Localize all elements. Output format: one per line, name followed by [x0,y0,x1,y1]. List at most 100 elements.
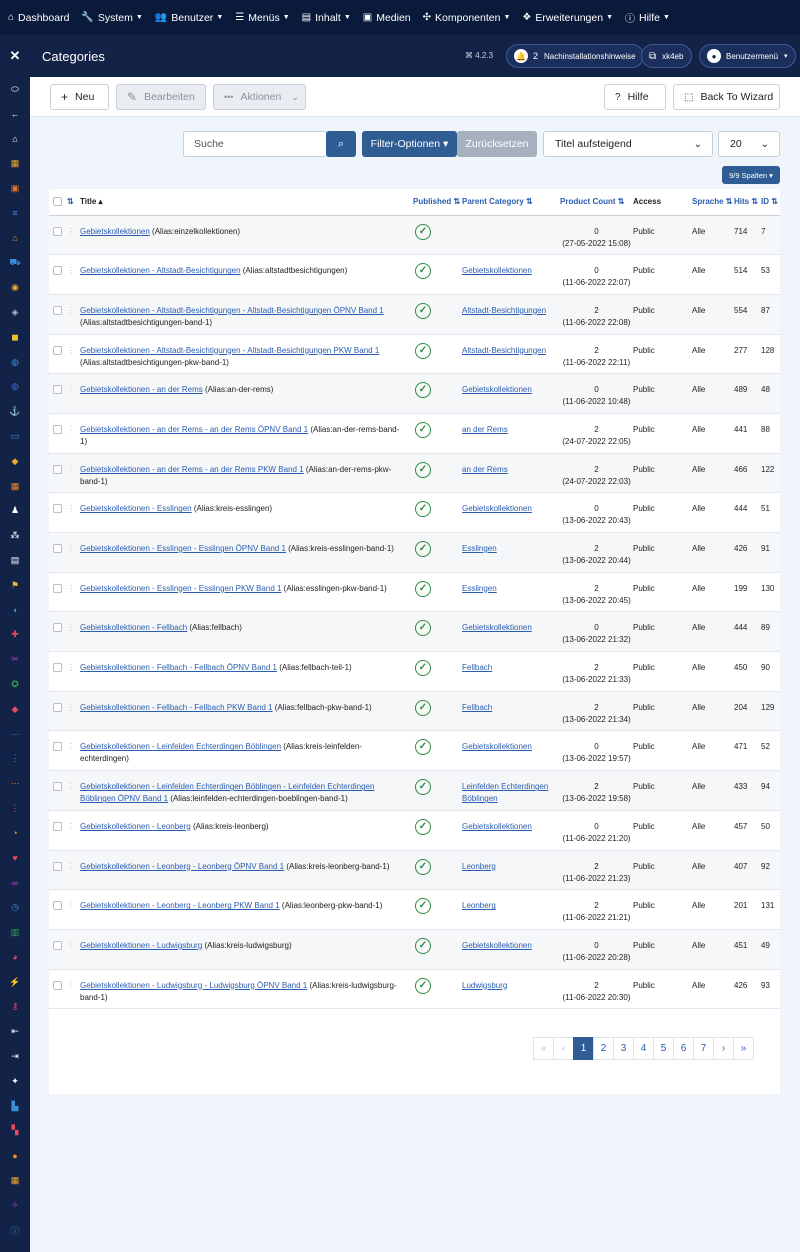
row-checkbox[interactable] [53,702,62,712]
parent-category-link[interactable]: Altstadt-Besichtigungen [462,346,546,355]
first-page-icon[interactable]: « [533,1037,554,1060]
topmenu-item-erweiterungen[interactable]: ❖ Erweiterungen ▼ [522,12,613,24]
topmenu-item-komponenten[interactable]: ✣ Komponenten ▼ [423,12,511,24]
product-count-header[interactable]: Product Count ⇅ [560,189,633,216]
row-checkbox[interactable] [53,663,62,673]
row-checkbox[interactable] [53,940,62,950]
back-to-wizard-button[interactable]: ⬚ Back To Wizard [673,84,780,110]
drag-handle-icon[interactable]: ⋮ [67,532,80,573]
link-icon[interactable]: ∞ [0,871,30,896]
globe-alt-icon[interactable]: ◍ [0,375,30,400]
parent-category-link[interactable]: Altstadt-Besichtigungen [462,306,546,315]
topmenu-item-system[interactable]: 🔧 System ▼ [81,12,142,24]
category-title-link[interactable]: Gebietskollektionen - Leonberg - Leonber… [80,862,284,871]
category-title-link[interactable]: Gebietskollektionen - Leinfelden Echterd… [80,742,281,751]
hits-header[interactable]: Hits ⇅ [734,189,761,216]
parent-category-link[interactable]: Esslingen [462,584,497,593]
published-check-icon[interactable]: ✓ [415,421,431,438]
category-title-link[interactable]: Gebietskollektionen - Fellbach - Fellbac… [80,703,273,712]
cart-icon[interactable]: ⛟ [0,251,30,276]
user-tie-icon[interactable]: ♟ [0,499,30,524]
toggle-icon[interactable]: ⬭ [0,77,30,102]
tag-icon[interactable]: ◆ [0,697,30,722]
rss-icon[interactable]: ◔ [0,821,30,846]
last-page-icon[interactable]: » [733,1037,754,1060]
info-circle-icon[interactable]: ⓘ [0,1218,30,1243]
published-check-icon[interactable]: ✓ [415,898,431,915]
drag-handle-icon[interactable]: ⋮ [67,929,80,970]
category-title-link[interactable]: Gebietskollektionen - an der Rems - an d… [80,465,304,474]
anchor-icon[interactable]: ⚓ [0,399,30,424]
row-checkbox[interactable] [53,305,62,315]
parent-category-link[interactable]: Leinfelden Echterdingen Böblingen [462,782,548,803]
columns-button[interactable]: 9/9 Spalten ▾ [722,166,780,184]
dots-horizontal-icon[interactable]: ⋯ [0,722,30,747]
box-icon[interactable]: ▣ [0,176,30,201]
dots-red-icon[interactable]: ⋮ [0,796,30,821]
login-icon[interactable]: ⇥ [0,1044,30,1069]
pie-chart-icon[interactable]: ◕ [0,945,30,970]
parent-category-link[interactable]: Fellbach [462,703,492,712]
coins-icon[interactable]: ◉ [0,275,30,300]
sort-order-header[interactable]: ⇅ [67,189,80,216]
row-checkbox[interactable] [53,782,62,792]
parent-category-link[interactable]: Gebietskollektionen [462,504,532,513]
category-title-link[interactable]: Gebietskollektionen - Esslingen - Esslin… [80,584,281,593]
search-button[interactable]: ⌕ [326,131,356,157]
drag-handle-icon[interactable]: ⋮ [67,810,80,851]
bookmark-icon[interactable]: ◆ [0,449,30,474]
magic-icon[interactable]: ✧ [0,1193,30,1218]
published-check-icon[interactable]: ✓ [415,937,431,954]
category-title-link[interactable]: Gebietskollektionen - Fellbach [80,623,187,632]
store-icon[interactable]: ⌂ [0,226,30,251]
select-all-checkbox[interactable] [53,196,62,206]
drag-handle-icon[interactable]: ⋮ [67,254,80,295]
published-check-icon[interactable]: ✓ [415,818,431,835]
parent-category-link[interactable]: Leonberg [462,901,496,910]
drag-handle-icon[interactable]: ⋮ [67,969,80,1010]
category-title-link[interactable]: Gebietskollektionen - an der Rems - an d… [80,425,308,434]
comment-icon[interactable]: ◖ [0,598,30,623]
drag-handle-icon[interactable]: ⋮ [67,889,80,930]
row-checkbox[interactable] [53,424,62,434]
logout-icon[interactable]: ⇤ [0,1019,30,1044]
drag-handle-icon[interactable]: ⋮ [67,334,80,375]
grid-icon[interactable]: ▦ [0,1168,30,1193]
category-title-link[interactable]: Gebietskollektionen - Leonberg [80,822,191,831]
category-title-link[interactable]: Gebietskollektionen - Esslingen [80,504,192,513]
category-title-link[interactable]: Gebietskollektionen - Esslingen - Esslin… [80,544,286,553]
drag-handle-icon[interactable]: ⋮ [67,691,80,732]
flag-icon[interactable]: ⚑ [0,573,30,598]
back-arrow-icon[interactable]: ← [0,102,30,127]
drag-handle-icon[interactable]: ⋮ [67,651,80,692]
plug-icon[interactable]: ⚡ [0,970,30,995]
published-header[interactable]: Published ⇅ [413,189,462,216]
published-check-icon[interactable]: ✓ [415,620,431,637]
category-title-link[interactable]: Gebietskollektionen [80,227,150,236]
published-check-icon[interactable]: ✓ [415,541,431,557]
published-check-icon[interactable]: ✓ [415,263,431,280]
page-1-button[interactable]: 1 [573,1037,594,1060]
page-7-button[interactable]: 7 [693,1037,714,1060]
parent-category-link[interactable]: an der Rems [462,465,508,474]
parent-category-link[interactable]: Esslingen [462,544,497,553]
drag-handle-icon[interactable]: ⋮ [67,215,80,256]
page-3-button[interactable]: 3 [613,1037,634,1060]
topmenu-item-inhalt[interactable]: ▤ Inhalt ▼ [302,12,351,24]
category-title-link[interactable]: Gebietskollektionen - Altstadt-Besichtig… [80,266,241,275]
notifications-button[interactable]: 🔔 2 Nachinstallationshinweise [506,44,644,68]
parent-category-link[interactable]: Gebietskollektionen [462,385,532,394]
copy-icon[interactable]: ▥ [0,920,30,945]
language-header[interactable]: Sprache ⇅ [692,189,734,216]
layers-icon[interactable]: ◈ [0,300,30,325]
row-checkbox[interactable] [53,980,62,990]
drag-handle-icon[interactable]: ⋮ [67,492,80,533]
title-header[interactable]: Title ▴ [80,189,413,216]
row-checkbox[interactable] [53,464,62,474]
topmenu-item-benutzer[interactable]: 👥 Benutzer ▼ [155,12,223,24]
published-check-icon[interactable]: ✓ [415,302,431,319]
parent-category-header[interactable]: Parent Category ⇅ [462,189,560,216]
category-title-link[interactable]: Gebietskollektionen - an der Rems [80,385,203,394]
row-checkbox[interactable] [53,742,62,752]
published-check-icon[interactable]: ✓ [415,580,431,597]
